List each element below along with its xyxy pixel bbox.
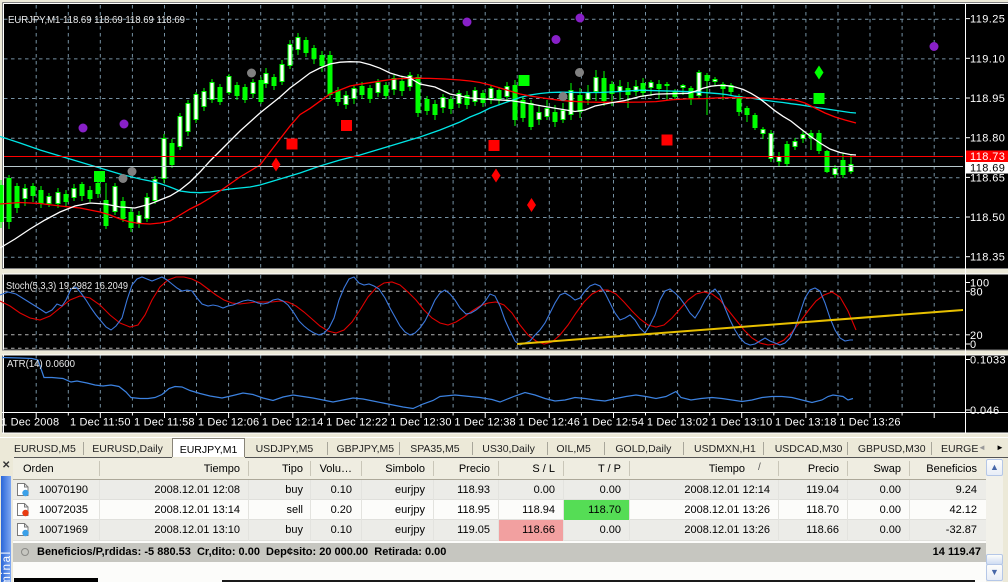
svg-text:1 Dec 13:18: 1 Dec 13:18 xyxy=(775,417,837,429)
svg-text:1 Dec 12:22: 1 Dec 12:22 xyxy=(326,417,388,429)
svg-text:1 Dec 12:14: 1 Dec 12:14 xyxy=(262,417,324,429)
svg-text:ATR(14) 0.0600: ATR(14) 0.0600 xyxy=(7,359,75,370)
svg-text:1 Dec 12:06: 1 Dec 12:06 xyxy=(198,417,260,429)
svg-text:0.1033: 0.1033 xyxy=(970,355,1006,367)
svg-text:118.73: 118.73 xyxy=(970,151,1005,163)
svg-text:80: 80 xyxy=(970,286,983,298)
svg-text:1 Dec 12:30: 1 Dec 12:30 xyxy=(390,417,452,429)
svg-text:118.35: 118.35 xyxy=(970,252,1005,264)
svg-text:1 Dec 13:26: 1 Dec 13:26 xyxy=(839,417,901,429)
svg-text:118.50: 118.50 xyxy=(970,212,1005,224)
svg-text:118.69: 118.69 xyxy=(970,163,1005,175)
svg-text:0: 0 xyxy=(970,339,977,351)
svg-text:1 Dec 11:58: 1 Dec 11:58 xyxy=(134,417,195,429)
svg-text:1 Dec 12:38: 1 Dec 12:38 xyxy=(454,417,516,429)
svg-text:119.25: 119.25 xyxy=(970,14,1005,26)
svg-text:1 Dec 13:02: 1 Dec 13:02 xyxy=(647,417,709,429)
svg-text:1 Dec 11:50: 1 Dec 11:50 xyxy=(70,417,131,429)
svg-text:119.10: 119.10 xyxy=(970,53,1005,65)
svg-text:1 Dec 12:46: 1 Dec 12:46 xyxy=(519,417,581,429)
svg-text:0.046: 0.046 xyxy=(970,405,1000,417)
svg-text:118.95: 118.95 xyxy=(970,93,1005,105)
svg-text:EURJPY,M1 118.69 118.69 118.6: EURJPY,M1 118.69 118.69 118.69 118.69 xyxy=(8,14,185,26)
svg-text:Stoch(5,3,3) 19.2982 16.2049: Stoch(5,3,3) 19.2982 16.2049 xyxy=(6,281,128,292)
svg-text:1 Dec 2008: 1 Dec 2008 xyxy=(1,417,59,429)
svg-text:1 Dec 13:10: 1 Dec 13:10 xyxy=(711,417,773,429)
svg-text:1 Dec 12:54: 1 Dec 12:54 xyxy=(583,417,645,429)
svg-text:118.80: 118.80 xyxy=(970,133,1005,145)
